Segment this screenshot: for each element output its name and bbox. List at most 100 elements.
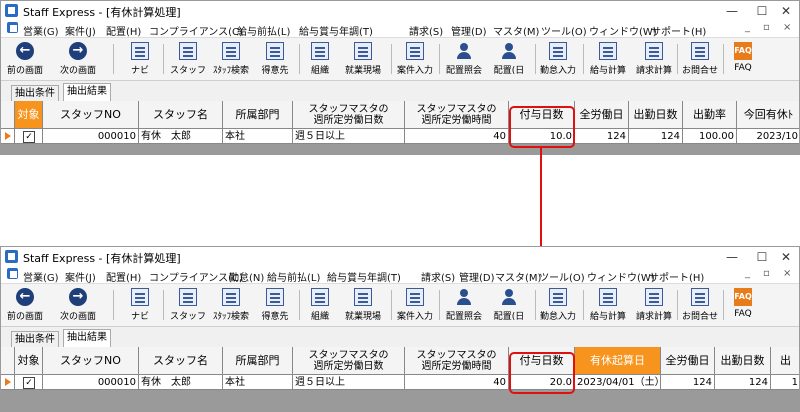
target-checkbox[interactable]: ✓ [23, 131, 35, 143]
cell-staff-name[interactable]: 有休 太郎 [139, 375, 223, 390]
mdi-restore[interactable]: ▫ [763, 268, 770, 279]
org-button[interactable]: 組織 [305, 287, 335, 323]
cell-staff-no[interactable]: 000010 [43, 375, 139, 390]
mdi-close[interactable]: × [783, 268, 791, 279]
col-staff-name[interactable]: スタッフ名 [139, 347, 223, 375]
faq-button[interactable]: FAQ FAQ [729, 287, 757, 323]
menu-advance-pay[interactable]: 給与前払(L) [267, 269, 320, 284]
back-button[interactable]: ← 前の画面 [3, 41, 47, 77]
staff-button[interactable]: スタッフ [169, 41, 207, 77]
staff-button[interactable]: スタッフ [169, 287, 207, 323]
cell-attend-rate[interactable]: 100.00 [683, 129, 737, 144]
tab-results[interactable]: 抽出結果 [63, 329, 111, 347]
payroll-button[interactable]: 給与計算 [587, 41, 629, 77]
cell-weekly-hours[interactable]: 40 [405, 375, 509, 390]
cell-leave-start[interactable]: 2023/04/01（土） [575, 375, 661, 390]
workplace-button[interactable]: 就業現場 [341, 287, 385, 323]
col-staff-no[interactable]: スタッフNO [43, 101, 139, 129]
case-input-button[interactable]: 案件入力 [395, 287, 435, 323]
menu-sales[interactable]: 営業(G) [23, 269, 59, 284]
col-next-leave[interactable]: 今回有休ﾄ [737, 101, 799, 129]
client-button[interactable]: 得意先 [257, 287, 293, 323]
col-weekly-hours[interactable]: スタッフマスタの 週所定労働時間 [405, 347, 509, 375]
menu-compliance[interactable]: コンプライアンス(C) [149, 23, 243, 38]
close-button[interactable]: ✕ [771, 248, 799, 266]
app-menu-icon[interactable] [7, 268, 18, 279]
menu-master[interactable]: マスタ(M) [493, 23, 539, 38]
payroll-button[interactable]: 給与計算 [587, 287, 629, 323]
col-extra[interactable]: 出 [771, 347, 799, 375]
forward-button[interactable]: → 次の画面 [53, 287, 103, 323]
menu-case[interactable]: 案件(J) [65, 23, 96, 38]
target-checkbox[interactable]: ✓ [23, 377, 35, 389]
cell-dept[interactable]: 本社 [223, 375, 293, 390]
menu-sales[interactable]: 営業(G) [23, 23, 59, 38]
menu-placement[interactable]: 配置(H) [106, 269, 141, 284]
menu-advance-pay[interactable]: 給与前払(L) [237, 23, 290, 38]
col-weekly-days[interactable]: スタッフマスタの 週所定労働日数 [293, 101, 405, 129]
attendance-input-button[interactable]: 勤怠入力 [537, 41, 579, 77]
minimize-button[interactable]: — [717, 2, 747, 20]
back-button[interactable]: ← 前の画面 [3, 287, 47, 323]
menu-window[interactable]: ウィンドウ(W) [589, 23, 657, 38]
billing-button[interactable]: 請求計算 [633, 41, 675, 77]
forward-button[interactable]: → 次の画面 [53, 41, 103, 77]
col-leave-start[interactable]: 有休起算日 [575, 347, 661, 375]
mdi-minimize[interactable]: _ [745, 22, 750, 33]
col-attend-rate[interactable]: 出勤率 [683, 101, 737, 129]
client-button[interactable]: 得意先 [257, 41, 293, 77]
mdi-minimize[interactable]: _ [745, 268, 750, 279]
tab-results[interactable]: 抽出結果 [63, 83, 111, 101]
col-dept[interactable]: 所属部門 [223, 101, 293, 129]
cell-weekly-days[interactable]: 週５日以上 [293, 375, 405, 390]
row-indicator[interactable] [1, 375, 15, 390]
navi-button[interactable]: ナビ [123, 287, 157, 323]
row-target-cell[interactable]: ✓ [15, 129, 43, 144]
menu-case[interactable]: 案件(J) [65, 269, 96, 284]
col-staff-name[interactable]: スタッフ名 [139, 101, 223, 129]
cell-staff-no[interactable]: 000010 [43, 129, 139, 144]
placement-day-button[interactable]: 配置(日 [489, 41, 529, 77]
staff-search-button[interactable]: ｽﾀｯﾌ検索 [209, 287, 253, 323]
placement-query-button[interactable]: 配置照会 [443, 41, 485, 77]
navi-button[interactable]: ナビ [123, 41, 157, 77]
cell-total-days[interactable]: 124 [575, 129, 629, 144]
cell-weekly-hours[interactable]: 40 [405, 129, 509, 144]
menu-admin[interactable]: 管理(D) [451, 23, 487, 38]
placement-query-button[interactable]: 配置照会 [443, 287, 485, 323]
col-weekly-hours[interactable]: スタッフマスタの 週所定労働時間 [405, 101, 509, 129]
menu-placement[interactable]: 配置(H) [106, 23, 141, 38]
menu-support[interactable]: サポート(H) [649, 269, 704, 284]
staff-search-button[interactable]: ｽﾀｯﾌ検索 [209, 41, 253, 77]
col-target[interactable]: 対象 [15, 347, 43, 375]
menu-master[interactable]: マスタ(M) [495, 269, 541, 284]
attendance-input-button[interactable]: 勤怠入力 [537, 287, 579, 323]
cell-weekly-days[interactable]: 週５日以上 [293, 129, 405, 144]
col-dept[interactable]: 所属部門 [223, 347, 293, 375]
menu-billing[interactable]: 請求(S) [421, 269, 455, 284]
contact-button[interactable]: お問合せ [679, 287, 721, 323]
cell-staff-name[interactable]: 有休 太郎 [139, 129, 223, 144]
close-button[interactable]: ✕ [771, 2, 799, 20]
menu-tools[interactable]: ツール(O) [539, 269, 585, 284]
mdi-close[interactable]: × [783, 22, 791, 33]
col-total-days[interactable]: 全労働日 [575, 101, 629, 129]
cell-attend-days[interactable]: 124 [715, 375, 771, 390]
cell-next-leave[interactable]: 2023/10 [737, 129, 799, 144]
col-target[interactable]: 対象 [15, 101, 43, 129]
col-total-days[interactable]: 全労働日 [661, 347, 715, 375]
menu-payroll[interactable]: 給与賞与年調(T) [327, 269, 401, 284]
col-staff-no[interactable]: スタッフNO [43, 347, 139, 375]
menu-admin[interactable]: 管理(D) [459, 269, 495, 284]
menu-payroll[interactable]: 給与賞与年調(T) [299, 23, 373, 38]
row-target-cell[interactable]: ✓ [15, 375, 43, 390]
col-weekly-days[interactable]: スタッフマスタの 週所定労働日数 [293, 347, 405, 375]
workplace-button[interactable]: 就業現場 [341, 41, 385, 77]
cell-dept[interactable]: 本社 [223, 129, 293, 144]
menu-tools[interactable]: ツール(O) [541, 23, 587, 38]
col-attend-days[interactable]: 出勤日数 [629, 101, 683, 129]
case-input-button[interactable]: 案件入力 [395, 41, 435, 77]
tab-conditions[interactable]: 抽出条件 [11, 85, 59, 101]
org-button[interactable]: 組織 [305, 41, 335, 77]
placement-day-button[interactable]: 配置(日 [489, 287, 529, 323]
